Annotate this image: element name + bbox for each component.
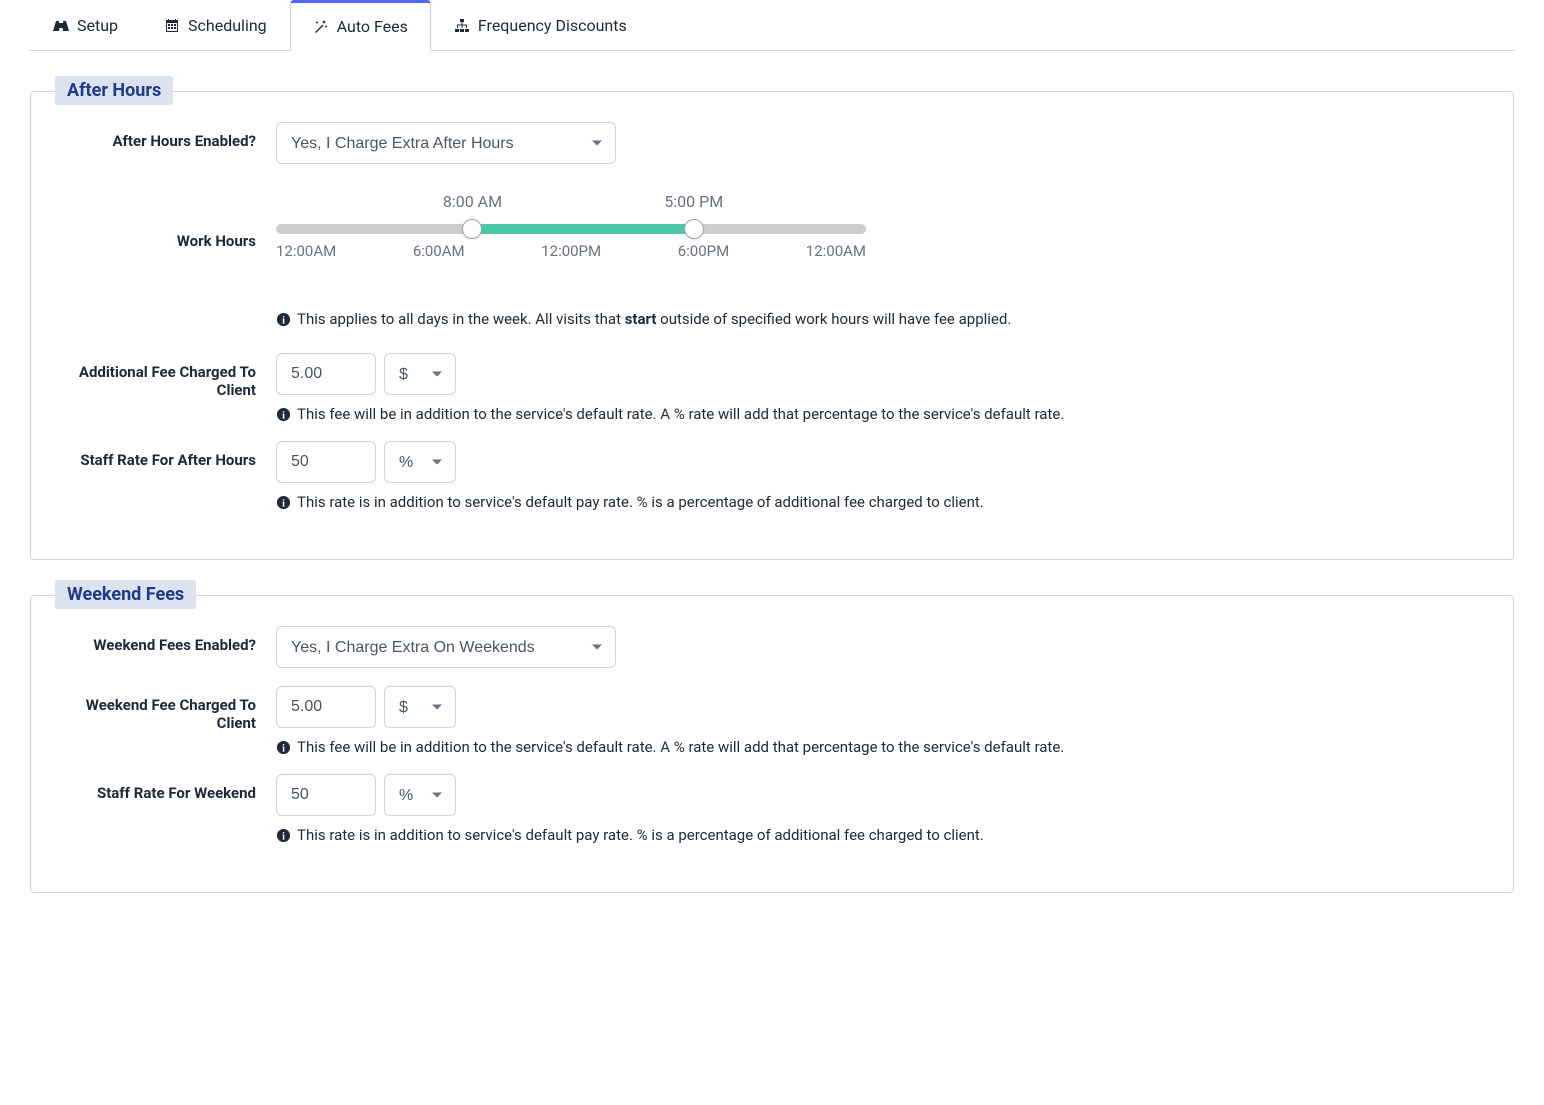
weekend-fees-enabled-label: Weekend Fees Enabled? (51, 626, 276, 654)
additional-fee-help: i This fee will be in addition to the se… (276, 405, 1493, 423)
road-icon (53, 18, 69, 34)
slider-fill (472, 224, 693, 234)
tab-label: Auto Fees (337, 17, 408, 36)
staff-rate-after-hours-input[interactable] (276, 441, 376, 483)
slider-tick-3: 6:00PM (678, 242, 729, 260)
tab-scheduling[interactable]: Scheduling (141, 0, 290, 50)
svg-text:i: i (282, 410, 285, 421)
slider-handle-end[interactable] (684, 219, 704, 239)
slider-track[interactable] (276, 224, 866, 234)
magic-wand-icon (313, 19, 329, 35)
slider-start-label: 8:00 AM (443, 192, 502, 211)
work-hours-help: i This applies to all days in the week. … (276, 310, 1011, 328)
slider-end-label: 5:00 PM (664, 192, 723, 211)
weekend-fees-section: Weekend Fees Weekend Fees Enabled? Yes, … (30, 595, 1514, 893)
weekend-fees-legend: Weekend Fees (55, 580, 196, 609)
weekend-fee-unit-select[interactable]: $ (384, 686, 456, 728)
info-icon: i (276, 740, 291, 755)
info-icon: i (276, 828, 291, 843)
staff-rate-after-hours-unit-select[interactable]: % (384, 441, 456, 483)
svg-text:i: i (282, 831, 285, 842)
staff-rate-weekend-input[interactable] (276, 774, 376, 816)
staff-rate-after-hours-help: i This rate is in addition to service's … (276, 493, 1493, 511)
work-hours-slider: 8:00 AM 5:00 PM 12:00AM 6:00AM 12:00PM 6… (276, 192, 866, 260)
work-hours-label: Work Hours (51, 182, 276, 250)
info-icon: i (276, 495, 291, 510)
staff-rate-weekend-help: i This rate is in addition to service's … (276, 826, 1493, 844)
tab-label: Scheduling (188, 16, 267, 35)
after-hours-section: After Hours After Hours Enabled? Yes, I … (30, 91, 1514, 560)
after-hours-enabled-label: After Hours Enabled? (51, 122, 276, 150)
staff-rate-weekend-unit-select[interactable]: % (384, 774, 456, 816)
calendar-icon (164, 18, 180, 34)
after-hours-legend: After Hours (55, 76, 173, 105)
slider-handle-start[interactable] (462, 219, 482, 239)
weekend-fees-enabled-select[interactable]: Yes, I Charge Extra On Weekends (276, 626, 616, 668)
slider-tick-2: 12:00PM (541, 242, 601, 260)
sitemap-icon (454, 18, 470, 34)
tab-label: Setup (77, 16, 118, 35)
slider-tick-1: 6:00AM (413, 242, 465, 260)
tabs-container: Setup Scheduling Auto Fees Frequency Dis… (30, 0, 1514, 51)
svg-text:i: i (282, 315, 285, 326)
staff-rate-weekend-label: Staff Rate For Weekend (51, 774, 276, 802)
weekend-fee-input[interactable] (276, 686, 376, 728)
tab-setup[interactable]: Setup (30, 0, 141, 50)
weekend-fee-label: Weekend Fee Charged To Client (51, 686, 276, 732)
tab-frequency-discounts[interactable]: Frequency Discounts (431, 0, 650, 50)
weekend-fee-help: i This fee will be in addition to the se… (276, 738, 1493, 756)
additional-fee-label: Additional Fee Charged To Client (51, 353, 276, 399)
additional-fee-input[interactable] (276, 353, 376, 395)
svg-text:i: i (282, 498, 285, 509)
info-icon: i (276, 312, 291, 327)
info-icon: i (276, 407, 291, 422)
slider-tick-0: 12:00AM (276, 242, 336, 260)
tab-label: Frequency Discounts (478, 16, 627, 35)
after-hours-enabled-select[interactable]: Yes, I Charge Extra After Hours (276, 122, 616, 164)
tab-auto-fees[interactable]: Auto Fees (290, 0, 431, 51)
svg-text:i: i (282, 743, 285, 754)
slider-ticks: 12:00AM 6:00AM 12:00PM 6:00PM 12:00AM (276, 242, 866, 260)
staff-rate-after-hours-label: Staff Rate For After Hours (51, 441, 276, 469)
slider-tick-4: 12:00AM (806, 242, 866, 260)
additional-fee-unit-select[interactable]: $ (384, 353, 456, 395)
